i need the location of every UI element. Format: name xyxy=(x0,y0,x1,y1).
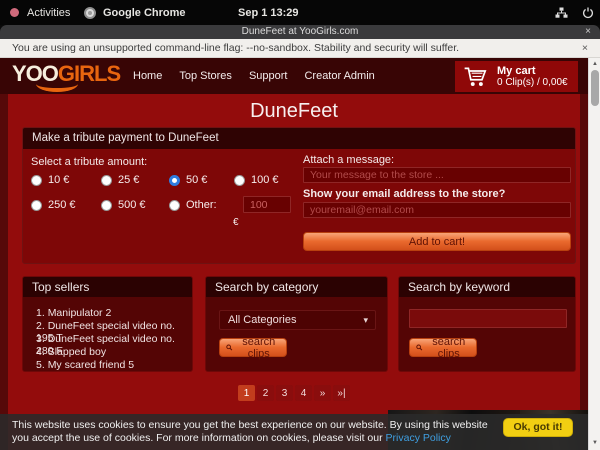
window-title-bar[interactable]: DuneFeet at YooGirls.com × xyxy=(0,25,600,39)
amount-option-500[interactable]: 500 € xyxy=(101,199,146,211)
amount-option-100[interactable]: 100 € xyxy=(234,174,279,186)
search-category-header: Search by category xyxy=(206,277,387,297)
chrome-infobar: You are using an unsupported command-lin… xyxy=(0,39,600,58)
amount-option-other[interactable]: Other: xyxy=(169,199,217,211)
logo-smile-icon xyxy=(36,76,78,92)
email-input[interactable] xyxy=(303,202,571,218)
radio-50-icon[interactable] xyxy=(169,175,180,186)
search-icon xyxy=(226,343,233,352)
recording-dot-icon xyxy=(10,8,19,17)
scrollbar[interactable]: ▲ ▼ xyxy=(588,58,600,450)
scroll-up-icon[interactable]: ▲ xyxy=(589,61,600,67)
pagination: 1 2 3 4 » »| xyxy=(0,385,588,401)
top-seller-item[interactable]: 4. Slapped boy xyxy=(36,346,106,358)
screen: Activities Google Chrome Sep 1 13:29 Dun… xyxy=(0,0,600,450)
cart-title: My cart xyxy=(497,65,568,77)
power-icon[interactable] xyxy=(582,7,594,19)
activities-button[interactable]: Activities xyxy=(10,0,70,25)
network-icon[interactable] xyxy=(555,7,568,19)
keyword-input[interactable] xyxy=(409,309,567,328)
nav-creator-admin[interactable]: Creator Admin xyxy=(304,70,374,82)
cookie-consent-bar: This website uses cookies to ensure you … xyxy=(0,414,588,450)
window-close-icon[interactable]: × xyxy=(585,26,591,37)
nav-top-stores[interactable]: Top Stores xyxy=(179,70,232,82)
activities-label: Activities xyxy=(27,7,70,19)
page-title: DuneFeet xyxy=(0,100,588,123)
site-logo[interactable]: YOOGIRLS xyxy=(12,61,120,87)
page-button-4[interactable]: 4 xyxy=(295,385,312,401)
cart-summary: 0 Clip(s) / 0,00€ xyxy=(497,77,568,89)
scrollbar-thumb[interactable] xyxy=(591,70,599,106)
page-button-2[interactable]: 2 xyxy=(257,385,274,401)
scroll-down-icon[interactable]: ▼ xyxy=(589,440,600,446)
top-seller-item[interactable]: 1. Manipulator 2 xyxy=(36,307,111,319)
system-tray xyxy=(555,0,594,25)
top-sellers-header: Top sellers xyxy=(23,277,192,297)
amount-option-250[interactable]: 250 € xyxy=(31,199,76,211)
top-sellers-panel: Top sellers 1. Manipulator 2 2. DuneFeet… xyxy=(22,276,193,372)
tribute-panel: Make a tribute payment to DuneFeet Selec… xyxy=(22,127,576,264)
page-button-1[interactable]: 1 xyxy=(238,385,255,401)
radio-25-icon[interactable] xyxy=(101,175,112,186)
clock[interactable]: Sep 1 13:29 xyxy=(238,0,299,25)
category-select[interactable]: All Categories ▾ xyxy=(219,310,376,330)
infobar-message: You are using an unsupported command-lin… xyxy=(12,42,459,54)
search-category-panel: Search by category All Categories ▾ sear… xyxy=(205,276,388,372)
radio-250-icon[interactable] xyxy=(31,200,42,211)
currency-label: € xyxy=(233,217,239,228)
tribute-panel-header: Make a tribute payment to DuneFeet xyxy=(23,128,575,149)
page-viewport: YOOGIRLS Home Top Stores Support Creator… xyxy=(0,58,588,450)
privacy-policy-link[interactable]: Privacy Policy xyxy=(386,432,451,444)
nav-home[interactable]: Home xyxy=(133,70,162,82)
search-clips-category-button[interactable]: search clips xyxy=(219,338,287,357)
chevron-down-icon: ▾ xyxy=(363,311,368,329)
email-label: Show your email address to the store? xyxy=(303,188,505,200)
my-cart-box[interactable]: My cart 0 Clip(s) / 0,00€ xyxy=(455,61,578,92)
chrome-icon xyxy=(84,7,96,19)
radio-10-icon[interactable] xyxy=(31,175,42,186)
app-menu-label: Google Chrome xyxy=(103,7,186,19)
page-button-last[interactable]: »| xyxy=(333,385,350,401)
amount-option-10[interactable]: 10 € xyxy=(31,174,69,186)
cookie-ok-button[interactable]: Ok, got it! xyxy=(503,418,573,437)
radio-100-icon[interactable] xyxy=(234,175,245,186)
radio-other-icon[interactable] xyxy=(169,200,180,211)
window-title: DuneFeet at YooGirls.com xyxy=(0,26,600,37)
app-menu-button[interactable]: Google Chrome xyxy=(84,0,186,25)
nav-support[interactable]: Support xyxy=(249,70,288,82)
search-keyword-header: Search by keyword xyxy=(399,277,575,297)
amount-option-50[interactable]: 50 € xyxy=(169,174,207,186)
site-header: YOOGIRLS Home Top Stores Support Creator… xyxy=(0,58,588,94)
message-input[interactable] xyxy=(303,167,571,183)
search-keyword-panel: Search by keyword search clips xyxy=(398,276,576,372)
radio-500-icon[interactable] xyxy=(101,200,112,211)
main-nav: Home Top Stores Support Creator Admin xyxy=(133,58,375,94)
search-icon xyxy=(416,343,423,352)
other-amount-input[interactable] xyxy=(243,196,291,213)
cart-icon xyxy=(463,64,489,90)
page-button-3[interactable]: 3 xyxy=(276,385,293,401)
message-label: Attach a message: xyxy=(303,154,394,166)
top-seller-item[interactable]: 5. My scared friend 5 xyxy=(36,359,134,371)
gnome-top-bar: Activities Google Chrome Sep 1 13:29 xyxy=(0,0,600,25)
page-button-next[interactable]: » xyxy=(314,385,331,401)
infobar-close-icon[interactable]: × xyxy=(582,42,588,54)
search-clips-keyword-button[interactable]: search clips xyxy=(409,338,477,357)
add-to-cart-button[interactable]: Add to cart! xyxy=(303,232,571,251)
amount-label: Select a tribute amount: xyxy=(31,156,147,168)
amount-option-25[interactable]: 25 € xyxy=(101,174,139,186)
cookie-message: This website uses cookies to ensure you … xyxy=(12,419,490,445)
